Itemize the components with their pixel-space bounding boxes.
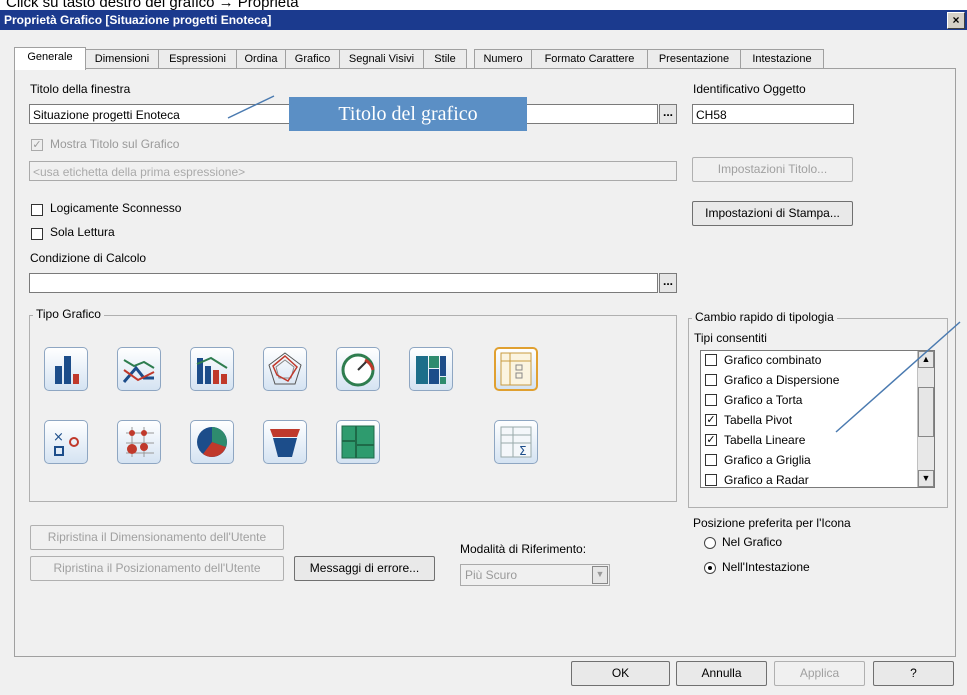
tab-generale[interactable]: Generale — [14, 47, 86, 70]
annotation-arrows — [227, 95, 961, 433]
list-arrow-line — [835, 321, 961, 433]
callout-arrow-line — [227, 95, 275, 119]
